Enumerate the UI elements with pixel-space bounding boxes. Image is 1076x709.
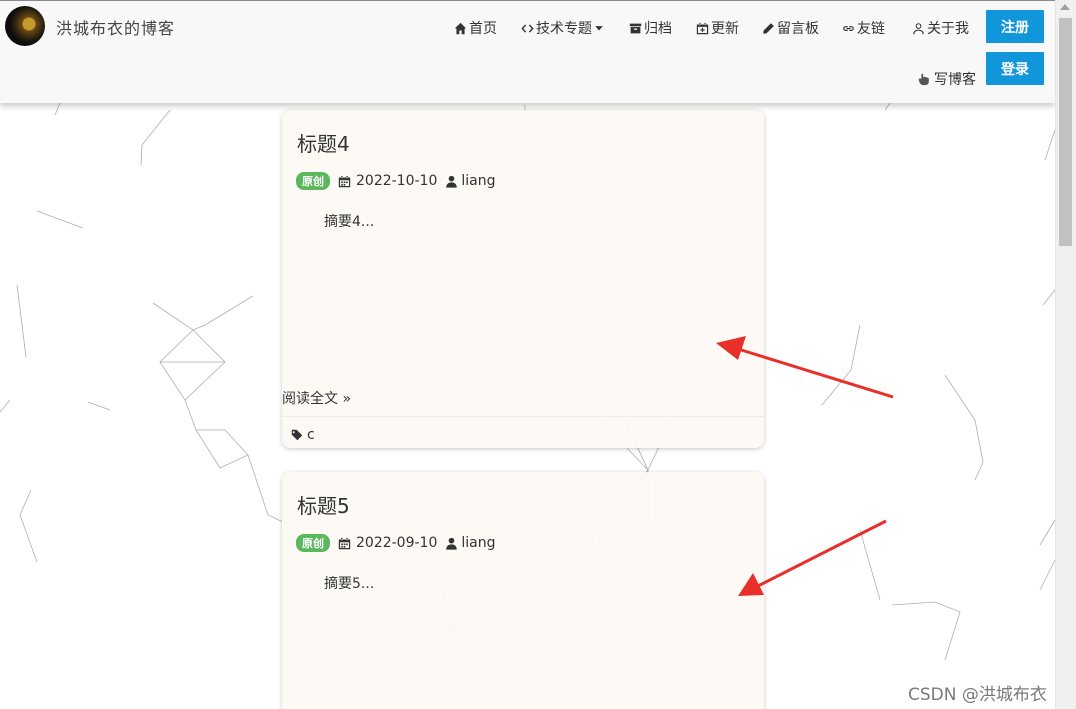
- post-title[interactable]: 标题5: [297, 490, 350, 519]
- nav-about-label: 关于我: [927, 21, 969, 37]
- home-icon: [454, 22, 467, 34]
- user-icon: [446, 537, 458, 550]
- post-date: 2022-10-10: [356, 173, 438, 189]
- calendar-plus-icon: [696, 22, 709, 34]
- nav-links[interactable]: 友链: [842, 18, 885, 38]
- nav-guestbook-label: 留言板: [777, 21, 819, 37]
- post-meta: 原创 2022-09-10 liang: [296, 534, 496, 552]
- post-card: 标题5 原创 2022-09-10 liang 摘要5...: [282, 472, 764, 709]
- link-icon: [843, 25, 854, 31]
- nav-about[interactable]: 关于我: [912, 18, 969, 38]
- nav-home-label: 首页: [469, 21, 497, 37]
- nav-topics-label: 技术专题: [536, 21, 592, 37]
- post-card: 标题4 原创 2022-10-10 liang 摘要4... 阅读全文 » c: [282, 110, 764, 448]
- code-icon: [521, 23, 534, 33]
- post-meta: 原创 2022-10-10 liang: [296, 172, 496, 190]
- register-button[interactable]: 注册: [986, 10, 1044, 43]
- read-more-link[interactable]: 阅读全文 »: [282, 388, 351, 408]
- post-summary: 摘要4...: [324, 214, 375, 230]
- calendar-icon: [338, 175, 351, 187]
- user-icon: [446, 175, 458, 188]
- original-badge: 原创: [296, 172, 330, 190]
- caret-down-icon: [595, 26, 603, 31]
- card-divider: [282, 416, 764, 417]
- nav-topics-dropdown[interactable]: 技术专题: [521, 18, 604, 38]
- nav-archive-label: 归档: [644, 21, 672, 37]
- post-author[interactable]: liang: [461, 535, 495, 551]
- scroll-up-arrow-icon[interactable]: [1060, 4, 1070, 10]
- brand-avatar[interactable]: [5, 6, 45, 46]
- post-date: 2022-09-10: [356, 535, 438, 551]
- tag-icon: [291, 429, 303, 441]
- write-blog-link[interactable]: 写博客: [917, 69, 976, 89]
- nav-updates-label: 更新: [711, 21, 739, 37]
- post-author[interactable]: liang: [461, 173, 495, 189]
- login-button[interactable]: 登录: [986, 52, 1044, 85]
- original-badge: 原创: [296, 534, 330, 552]
- top-navbar: 洪城布衣的博客 首页 技术专题 归档 更新 留言板 友链 关于我 注册 登录 写…: [0, 0, 1055, 103]
- watermark: CSDN @洪城布衣: [908, 685, 1047, 705]
- nav-archive[interactable]: 归档: [629, 18, 672, 38]
- post-tag[interactable]: c: [291, 427, 315, 443]
- brand-title[interactable]: 洪城布衣的博客: [56, 15, 175, 39]
- pencil-icon: [763, 22, 774, 34]
- write-blog-label: 写博客: [934, 72, 976, 88]
- post-title[interactable]: 标题4: [297, 128, 350, 157]
- nav-guestbook[interactable]: 留言板: [762, 18, 819, 38]
- hand-pointer-icon: [918, 73, 929, 86]
- post-summary: 摘要5...: [324, 576, 375, 592]
- page-scrollbar[interactable]: [1055, 0, 1076, 709]
- nav-home[interactable]: 首页: [454, 18, 497, 38]
- archive-icon: [629, 23, 642, 33]
- nav-links-label: 友链: [857, 21, 885, 37]
- nav-updates[interactable]: 更新: [696, 18, 739, 38]
- scroll-thumb[interactable]: [1059, 18, 1072, 246]
- post-tag-label: c: [307, 427, 315, 443]
- user-outline-icon: [913, 22, 924, 34]
- calendar-icon: [338, 537, 351, 549]
